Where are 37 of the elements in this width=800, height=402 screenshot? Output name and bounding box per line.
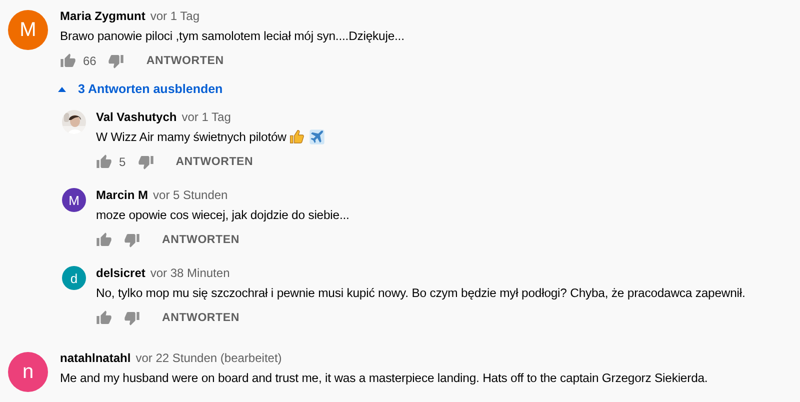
thumbs-up-icon bbox=[289, 129, 306, 145]
author-name[interactable]: delsicret bbox=[96, 264, 146, 282]
replies-toggle[interactable]: 3 Antworten ausblenden bbox=[58, 77, 227, 101]
like-icon[interactable] bbox=[96, 310, 112, 326]
comment-time[interactable]: vor 1 Tag bbox=[150, 7, 200, 25]
like-count: 5 bbox=[119, 155, 126, 169]
dislike-icon[interactable] bbox=[138, 154, 154, 170]
comment-time[interactable]: vor 22 Stunden (bearbeitet) bbox=[136, 349, 282, 367]
avatar[interactable]: n bbox=[8, 352, 48, 392]
comment-time[interactable]: vor 5 Stunden bbox=[153, 186, 228, 204]
airplane-icon bbox=[308, 129, 326, 145]
like-icon[interactable] bbox=[96, 154, 112, 170]
comment-text: moze opowie cos wiecej, jak dojdzie do siebie... bbox=[96, 207, 350, 224]
author-name[interactable]: Maria Zygmunt bbox=[60, 7, 146, 25]
author-name[interactable]: natahlnatahl bbox=[60, 349, 131, 367]
caret-icon bbox=[58, 86, 66, 92]
comment-text: Me and my husband were on board and trust me, it was a masterpiece landing. Hats off to the captain Grzegorz Siekierda. bbox=[60, 370, 708, 387]
dislike-icon[interactable] bbox=[108, 53, 124, 69]
avatar[interactable]: M bbox=[8, 10, 48, 50]
like-icon[interactable] bbox=[96, 232, 112, 248]
like-count: 66 bbox=[83, 54, 96, 68]
comment-text: No, tylko mop mu się szczochrał i pewnie musi kupić nowy. Bo czym będzie mył podłogi? Chyba, że pracodawca zapewnił. bbox=[96, 285, 746, 302]
author-name[interactable]: Val Vashutych bbox=[96, 108, 177, 126]
comment-text: W Wizz Air mamy świetnych pilotów bbox=[96, 129, 286, 146]
reply-button[interactable]: ANTWORTEN bbox=[154, 228, 248, 252]
reply-button[interactable]: ANTWORTEN bbox=[168, 150, 262, 174]
dislike-icon[interactable] bbox=[124, 310, 140, 326]
avatar[interactable]: M bbox=[62, 188, 86, 212]
comment-time[interactable]: vor 1 Tag bbox=[182, 108, 231, 126]
comment-time[interactable]: vor 38 Minuten bbox=[150, 264, 230, 282]
reply-button[interactable]: ANTWORTEN bbox=[154, 306, 248, 330]
avatar[interactable]: d bbox=[62, 266, 86, 290]
reply-button[interactable]: ANTWORTEN bbox=[138, 49, 232, 73]
author-name[interactable]: Marcin M bbox=[96, 186, 148, 204]
dislike-icon[interactable] bbox=[124, 232, 140, 248]
comment-text: Brawo panowie piloci ,tym samolotem leciał mój syn....Dziękuje... bbox=[60, 28, 404, 45]
like-icon[interactable] bbox=[60, 53, 76, 69]
